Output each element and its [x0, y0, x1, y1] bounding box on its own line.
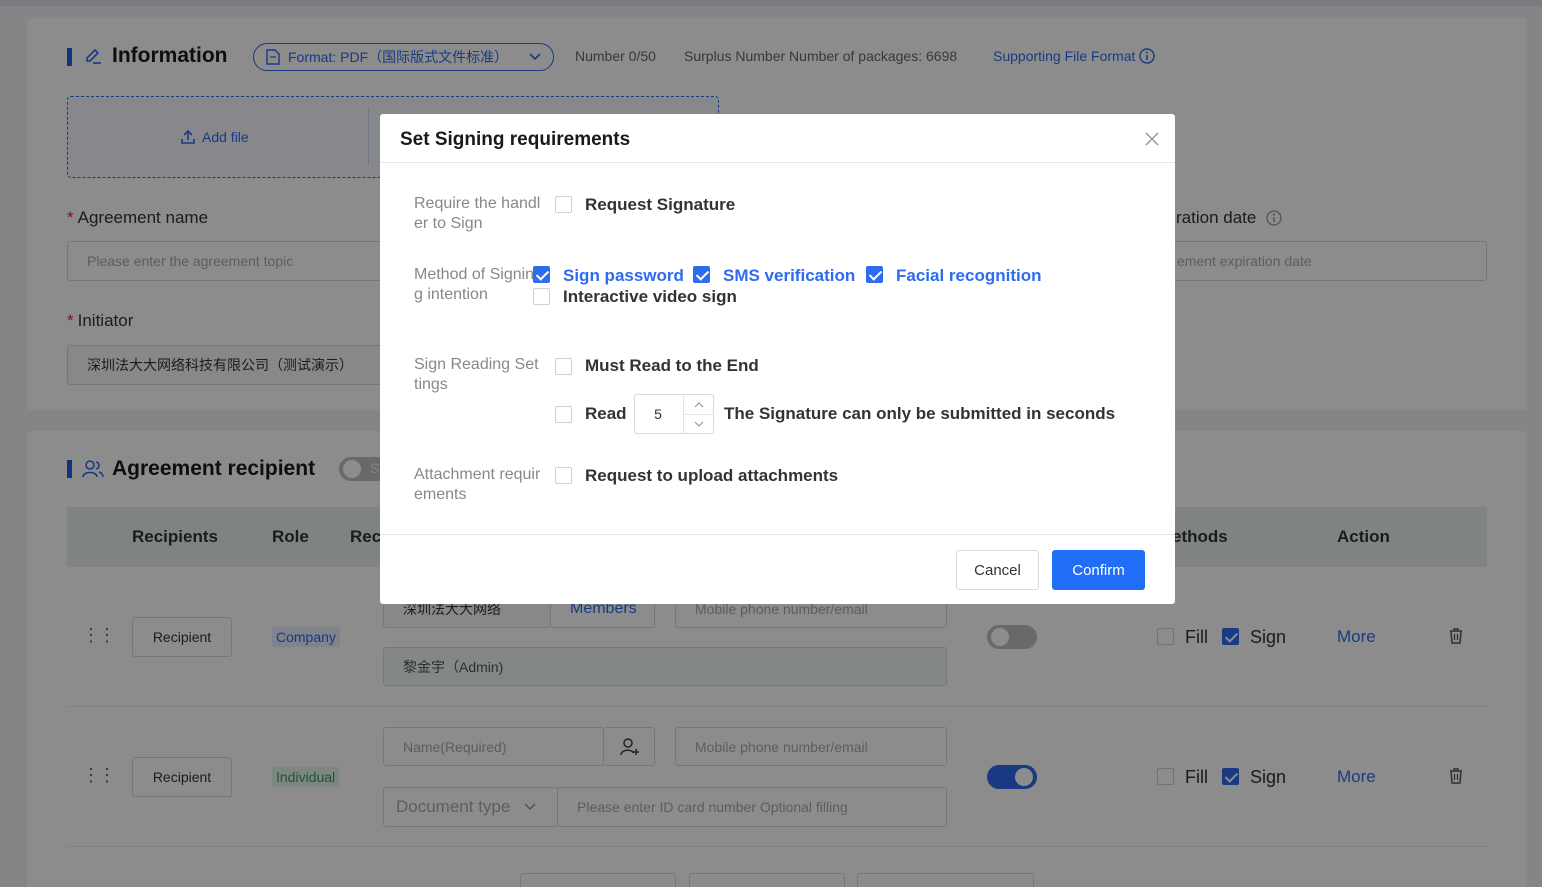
upload-attachments-checkbox[interactable]: [555, 467, 572, 484]
attachment-label: Attachment requirements: [414, 466, 541, 503]
modal-footer-divider: [380, 534, 1175, 535]
facial-recognition-checkbox[interactable]: [866, 266, 883, 283]
must-read-label: Must Read to the End: [585, 356, 759, 375]
signing-requirements-modal: Set Signing requirements Require the han…: [380, 114, 1175, 604]
sms-verification-checkbox[interactable]: [693, 266, 710, 283]
modal-title: Set Signing requirements: [400, 129, 631, 150]
sign-password-label: Sign password: [563, 266, 684, 285]
read-seconds-checkbox[interactable]: [555, 406, 572, 423]
upload-attachments-label: Request to upload attachments: [585, 466, 839, 485]
must-read-checkbox[interactable]: [555, 358, 572, 375]
facial-recognition-label: Facial recognition: [896, 266, 1042, 285]
read-seconds-stepper[interactable]: 5: [634, 394, 714, 434]
request-signature-checkbox[interactable]: [555, 196, 572, 213]
read-label: Read: [585, 404, 627, 423]
modal-header-divider: [380, 162, 1175, 163]
stepper-down-icon[interactable]: [684, 414, 714, 433]
interactive-video-checkbox[interactable]: [533, 288, 550, 305]
interactive-video-label: Interactive video sign: [563, 287, 737, 306]
reading-settings-label: Sign Reading Settings: [414, 356, 539, 393]
read-seconds-value: 5: [654, 406, 662, 422]
signing-method-label: Method of Signing intention: [414, 266, 535, 303]
sign-password-checkbox[interactable]: [533, 266, 550, 283]
request-signature-label: Request Signature: [585, 195, 736, 214]
confirm-button[interactable]: Confirm: [1052, 550, 1145, 590]
handler-sign-label: Require the handler to Sign: [414, 195, 541, 232]
stepper-up-icon[interactable]: [684, 395, 714, 414]
stepper-arrows: [683, 395, 714, 433]
sms-verification-label: SMS verification: [723, 266, 856, 285]
read-seconds-suffix: The Signature can only be submitted in s…: [724, 404, 1116, 423]
cancel-button[interactable]: Cancel: [956, 550, 1039, 590]
close-icon[interactable]: [1142, 129, 1162, 149]
